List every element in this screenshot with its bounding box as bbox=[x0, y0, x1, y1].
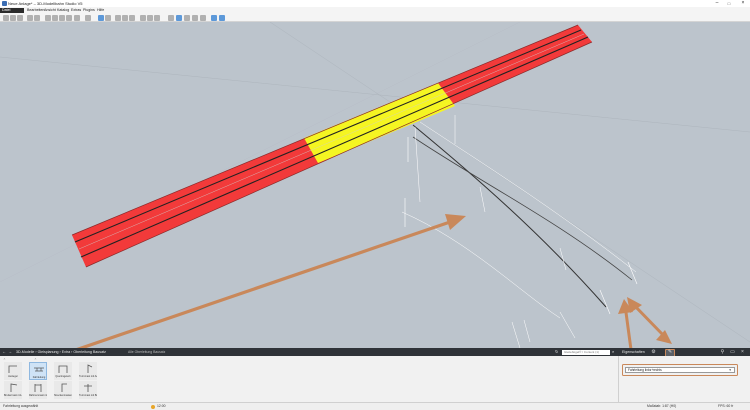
title-bar: Neue Anlage* – 3D-Modellbahn Studio V5 –… bbox=[0, 0, 750, 7]
camera-mode-icon[interactable] bbox=[219, 14, 225, 21]
grid-icon[interactable] bbox=[140, 14, 146, 21]
refresh-icon[interactable]: ↻ bbox=[555, 348, 558, 356]
fahrleitung-icon bbox=[34, 367, 44, 372]
pin-icon[interactable]: ⚲ bbox=[720, 349, 725, 355]
turmmast-ba-icon bbox=[84, 384, 92, 392]
chevron-down-icon: ▾ bbox=[729, 368, 731, 372]
catalog-navbar: ← → 3D-Modelle › Gleisplanung › Extra › … bbox=[0, 348, 618, 356]
rahmenmast-icon bbox=[34, 384, 42, 392]
move-tool-icon[interactable] bbox=[105, 14, 111, 21]
view-3d-icon[interactable] bbox=[122, 14, 128, 21]
track-edge bbox=[71, 24, 579, 236]
annotation-arrow bbox=[627, 297, 672, 344]
catenary-preview[interactable] bbox=[401, 115, 638, 348]
delete-icon[interactable] bbox=[66, 14, 72, 21]
cut-icon[interactable] bbox=[45, 14, 51, 21]
scale-display: Maßstab: 1:87 (H0) bbox=[647, 404, 677, 408]
catalog-item-label: Rahmenmast mit Tr... bbox=[29, 393, 47, 397]
paste-icon[interactable] bbox=[59, 14, 65, 21]
main-toolbar bbox=[0, 13, 750, 22]
file-menu-button[interactable]: Datei bbox=[0, 7, 24, 13]
person-icon[interactable] bbox=[211, 14, 217, 21]
window-title: Neue Anlage* – 3D-Modellbahn Studio V5 bbox=[8, 1, 83, 6]
app-icon bbox=[2, 1, 7, 6]
mast-icon bbox=[10, 383, 18, 392]
catalog-item[interactable]: Streckenmasten bbox=[54, 381, 72, 399]
catalog-item[interactable]: Rahmenmast mit Tr... bbox=[29, 381, 47, 399]
catalog-item-label: Turmmast mit Ba... bbox=[79, 393, 97, 397]
forward-icon[interactable]: → bbox=[8, 348, 12, 356]
signal-icon[interactable] bbox=[200, 14, 206, 21]
catalog-item[interactable]: Ausleger bbox=[4, 362, 22, 380]
breadcrumb-tail: Alle Oberleitung Bausatz bbox=[128, 350, 166, 354]
close-window-button[interactable]: × bbox=[738, 0, 748, 7]
catalog-item-label: Turmmast mit Au... bbox=[79, 374, 97, 378]
play-icon[interactable] bbox=[176, 14, 182, 21]
catalog-panel: ⌃ ⌃ Ausleger Fahrleitung Quertragwerk Tu… bbox=[0, 356, 618, 402]
streckenmast-icon bbox=[61, 383, 67, 392]
breadcrumb[interactable]: 3D-Modelle › Gleisplanung › Extra › Ober… bbox=[16, 348, 106, 356]
fps-display: FPS: 60 fr bbox=[718, 404, 734, 408]
dropdown-value: Fahrleitung links+rechts bbox=[628, 368, 662, 372]
properties-icon[interactable] bbox=[85, 14, 91, 21]
fast-forward-icon[interactable] bbox=[184, 14, 190, 21]
stop-icon[interactable] bbox=[192, 14, 198, 21]
snap-icon[interactable] bbox=[147, 14, 153, 21]
copy-icon[interactable] bbox=[52, 14, 58, 21]
catalog-item-label: Ausleger bbox=[8, 374, 18, 378]
search-icon[interactable]: ⌕ bbox=[612, 348, 614, 356]
pause-icon[interactable] bbox=[168, 14, 174, 21]
status-bar: Fahrleitung ausgewählt 12:00 Maßstab: 1:… bbox=[0, 402, 750, 410]
turmmast-icon bbox=[87, 364, 93, 373]
viewport-canvas bbox=[0, 22, 750, 348]
catalog-item-label: Quertragwerk bbox=[55, 374, 71, 378]
open-file-icon[interactable] bbox=[10, 14, 16, 21]
new-file-icon[interactable] bbox=[3, 14, 9, 21]
catalog-item-label: Fahrleitung bbox=[32, 375, 46, 379]
view-2d-icon[interactable] bbox=[115, 14, 121, 21]
layer-icon[interactable] bbox=[154, 14, 160, 21]
save-icon[interactable] bbox=[17, 14, 23, 21]
redo-icon[interactable] bbox=[34, 14, 40, 21]
find-icon[interactable] bbox=[74, 14, 80, 21]
catalog-item[interactable]: Turmmast mit Au... bbox=[79, 362, 97, 380]
time-display[interactable]: 12:00 bbox=[157, 403, 166, 410]
catenary-type-dropdown[interactable]: Fahrleitung links+rechts ▾ bbox=[625, 367, 735, 373]
select-tool-icon[interactable] bbox=[98, 14, 104, 21]
maximize-button[interactable]: □ bbox=[724, 0, 734, 7]
settings-icon[interactable]: ⚙ bbox=[651, 349, 656, 355]
rail-line bbox=[74, 29, 582, 243]
close-icon[interactable]: × bbox=[740, 349, 745, 355]
track-edge bbox=[85, 41, 593, 268]
rail-line bbox=[78, 33, 585, 250]
quertragwerk-icon bbox=[58, 365, 68, 373]
back-icon[interactable]: ← bbox=[2, 348, 6, 356]
catalog-item-label: Bruttermast mit Au... bbox=[4, 393, 22, 397]
catalog-item[interactable]: Quertragwerk bbox=[54, 362, 72, 380]
status-text: Fahrleitung ausgewählt bbox=[3, 404, 39, 408]
camera-icon[interactable] bbox=[129, 14, 135, 21]
undo-icon[interactable] bbox=[27, 14, 33, 21]
catalog-item[interactable]: Bruttermast mit Au... bbox=[4, 381, 22, 399]
3d-viewport[interactable] bbox=[0, 22, 750, 348]
catalog-item-label: Streckenmasten bbox=[54, 393, 72, 397]
minimize-button[interactable]: – bbox=[712, 0, 722, 7]
catalog-search-input[interactable]: Gleitebügel® / Content (1) bbox=[562, 349, 610, 355]
catalog-item[interactable]: Turmmast mit Ba... bbox=[79, 381, 97, 399]
ausleger-icon bbox=[8, 365, 17, 373]
sun-icon[interactable] bbox=[151, 404, 155, 409]
catalog-item-selected[interactable]: Fahrleitung bbox=[29, 362, 47, 380]
window-icon[interactable]: ▭ bbox=[730, 349, 735, 355]
properties-panel: Fahrleitung links+rechts ▾ bbox=[618, 356, 750, 402]
properties-header: Eigenschaften ⚙ ✎ ⚲ ▭ × bbox=[618, 348, 750, 357]
rail-line bbox=[80, 36, 589, 258]
properties-title: Eigenschaften bbox=[622, 350, 645, 354]
